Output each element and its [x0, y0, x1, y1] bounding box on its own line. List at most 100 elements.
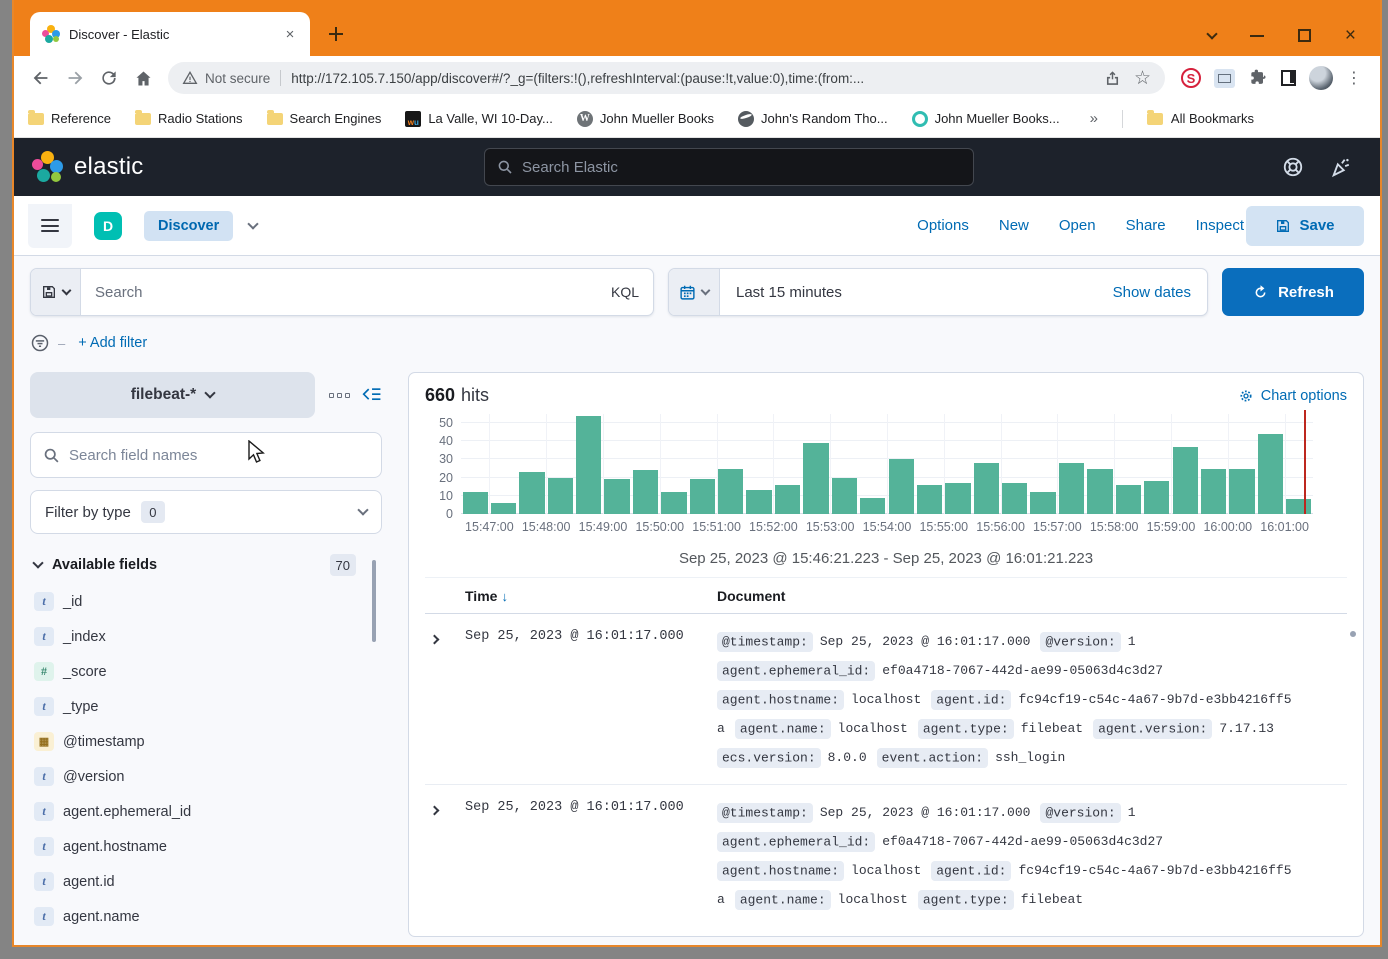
field-item[interactable]: tagent.name — [30, 899, 382, 934]
show-dates-button[interactable]: Show dates — [1097, 284, 1207, 301]
tab-title: Discover - Elastic — [69, 27, 280, 42]
global-search-input[interactable] — [522, 159, 961, 176]
filter-circle-icon[interactable] — [30, 333, 50, 353]
breadcrumb-chevron-icon[interactable] — [248, 218, 259, 229]
close-window-icon[interactable]: × — [1345, 29, 1356, 42]
query-language-label[interactable]: KQL — [597, 284, 653, 300]
nav-menu-button[interactable] — [28, 204, 72, 248]
browser-tab[interactable]: Discover - Elastic × — [30, 12, 310, 56]
field-item[interactable]: tagent.ephemeral_id — [30, 794, 382, 829]
app-link-options[interactable]: Options — [917, 217, 969, 234]
histogram-chart[interactable]: 01020304050 — [425, 414, 1347, 514]
profile-avatar[interactable] — [1309, 66, 1333, 90]
collapse-sidebar-icon[interactable] — [362, 385, 382, 405]
bookmark-item[interactable]: Radio Stations — [135, 111, 243, 126]
save-button[interactable]: Save — [1246, 206, 1364, 246]
help-life-ring-icon[interactable] — [1282, 156, 1304, 178]
home-icon[interactable] — [128, 63, 158, 93]
add-filter-button[interactable]: + Add filter — [78, 335, 147, 351]
chart-options-label: Chart options — [1261, 388, 1347, 404]
field-item[interactable]: t_index — [30, 619, 382, 654]
field-item[interactable]: tagent.hostname — [30, 829, 382, 864]
bookmark-item[interactable]: John's Random Tho... — [738, 111, 888, 127]
field-type-t-icon: t — [34, 872, 54, 891]
saved-query-menu-button[interactable] — [31, 269, 81, 315]
bookmarks-overflow-icon[interactable]: » — [1090, 110, 1098, 127]
forward-icon[interactable] — [60, 63, 90, 93]
histogram-bar — [1201, 469, 1226, 514]
window-menu-chevron-icon[interactable] — [1206, 28, 1217, 39]
field-item[interactable]: t@version — [30, 759, 382, 794]
histogram-bar — [1087, 469, 1112, 514]
announcements-icon[interactable] — [1330, 156, 1352, 178]
bookmark-star-icon[interactable]: ☆ — [1134, 67, 1151, 90]
bookmark-item[interactable]: WJohn Mueller Books — [577, 111, 714, 127]
extensions-puzzle-icon[interactable] — [1248, 68, 1268, 88]
sidebar-scrollbar[interactable] — [372, 560, 376, 642]
field-item[interactable]: t_id — [30, 584, 382, 619]
field-item[interactable]: ▦@timestamp — [30, 724, 382, 759]
app-link-open[interactable]: Open — [1059, 217, 1096, 234]
bookmark-item[interactable]: Reference — [28, 111, 111, 126]
time-range-value[interactable]: Last 15 minutes — [720, 284, 1097, 301]
doc-field-pill: agent.id: — [931, 690, 1011, 710]
expand-row-button[interactable] — [425, 627, 465, 772]
field-type-t-icon: t — [34, 627, 54, 646]
app-link-inspect[interactable]: Inspect — [1196, 217, 1244, 234]
reading-list-icon[interactable] — [1281, 70, 1296, 86]
expand-row-button[interactable] — [425, 798, 465, 910]
field-search-input[interactable] — [69, 447, 369, 464]
back-icon[interactable] — [26, 63, 56, 93]
doc-field-value: filebeat — [1021, 721, 1083, 736]
field-item[interactable]: #_score — [30, 654, 382, 689]
app-link-share[interactable]: Share — [1126, 217, 1166, 234]
chart-plot-area[interactable] — [461, 414, 1313, 514]
all-bookmarks-button[interactable]: All Bookmarks — [1147, 111, 1254, 126]
field-item[interactable]: tagent.id — [30, 864, 382, 899]
share-icon[interactable] — [1103, 69, 1122, 88]
doc-field-pill: agent.version: — [1093, 719, 1212, 739]
mail-extension-icon[interactable] — [1214, 69, 1235, 88]
bookmark-label: John Mueller Books... — [935, 111, 1060, 126]
tab-close-icon[interactable]: × — [280, 24, 300, 44]
shield-s-extension-icon[interactable]: S — [1181, 68, 1201, 88]
url-bar[interactable]: Not secure http://172.105.7.150/app/disc… — [168, 62, 1165, 94]
kql-search-input[interactable] — [81, 284, 597, 301]
field-search-box[interactable] — [30, 432, 382, 478]
histogram-bar — [1258, 434, 1283, 514]
maximize-icon[interactable] — [1298, 29, 1311, 42]
folder-icon — [135, 113, 151, 125]
app-link-new[interactable]: New — [999, 217, 1029, 234]
new-tab-button[interactable] — [322, 20, 350, 48]
doc-field-value: 7.17.13 — [1219, 721, 1274, 736]
chart-y-axis: 01020304050 — [425, 414, 461, 514]
global-search-box[interactable] — [484, 148, 974, 186]
date-quick-menu-button[interactable] — [669, 269, 720, 315]
breadcrumb-discover[interactable]: Discover — [144, 211, 233, 241]
index-pattern-selector[interactable]: filebeat-* — [30, 372, 315, 418]
available-fields-header[interactable]: Available fields 70 — [30, 554, 382, 576]
time-column-header[interactable]: Time↓ — [465, 588, 717, 604]
doc-field-value: 1 — [1128, 634, 1136, 649]
sort-descending-icon: ↓ — [501, 589, 508, 604]
minimize-icon[interactable] — [1250, 35, 1264, 37]
bookmark-item[interactable]: Search Engines — [267, 111, 382, 126]
refresh-button[interactable]: Refresh — [1222, 268, 1364, 316]
field-type-t-icon: t — [34, 767, 54, 786]
sidebar-options-icon[interactable] — [329, 393, 350, 398]
bookmark-item[interactable]: John Mueller Books... — [912, 111, 1060, 127]
filter-by-type-dropdown[interactable]: Filter by type 0 — [30, 490, 382, 534]
chrome-menu-icon[interactable]: ⋮ — [1346, 68, 1362, 88]
discover-page: KQL Last 15 minutes Show dates Refresh ‒… — [14, 256, 1380, 945]
field-name: agent.ephemeral_id — [63, 804, 191, 820]
elastic-logo-icon[interactable] — [32, 151, 64, 183]
field-item[interactable]: t_type — [30, 689, 382, 724]
table-scrollbar[interactable] — [1350, 631, 1356, 637]
histogram-bar — [832, 478, 857, 514]
chevron-down-icon — [205, 387, 216, 398]
space-avatar[interactable]: D — [94, 212, 122, 240]
reload-icon[interactable] — [94, 63, 124, 93]
chart-options-button[interactable]: Chart options — [1238, 388, 1347, 404]
doc-field-pill: agent.hostname: — [717, 861, 844, 881]
bookmark-item[interactable]: wuLa Valle, WI 10-Day... — [405, 111, 553, 127]
